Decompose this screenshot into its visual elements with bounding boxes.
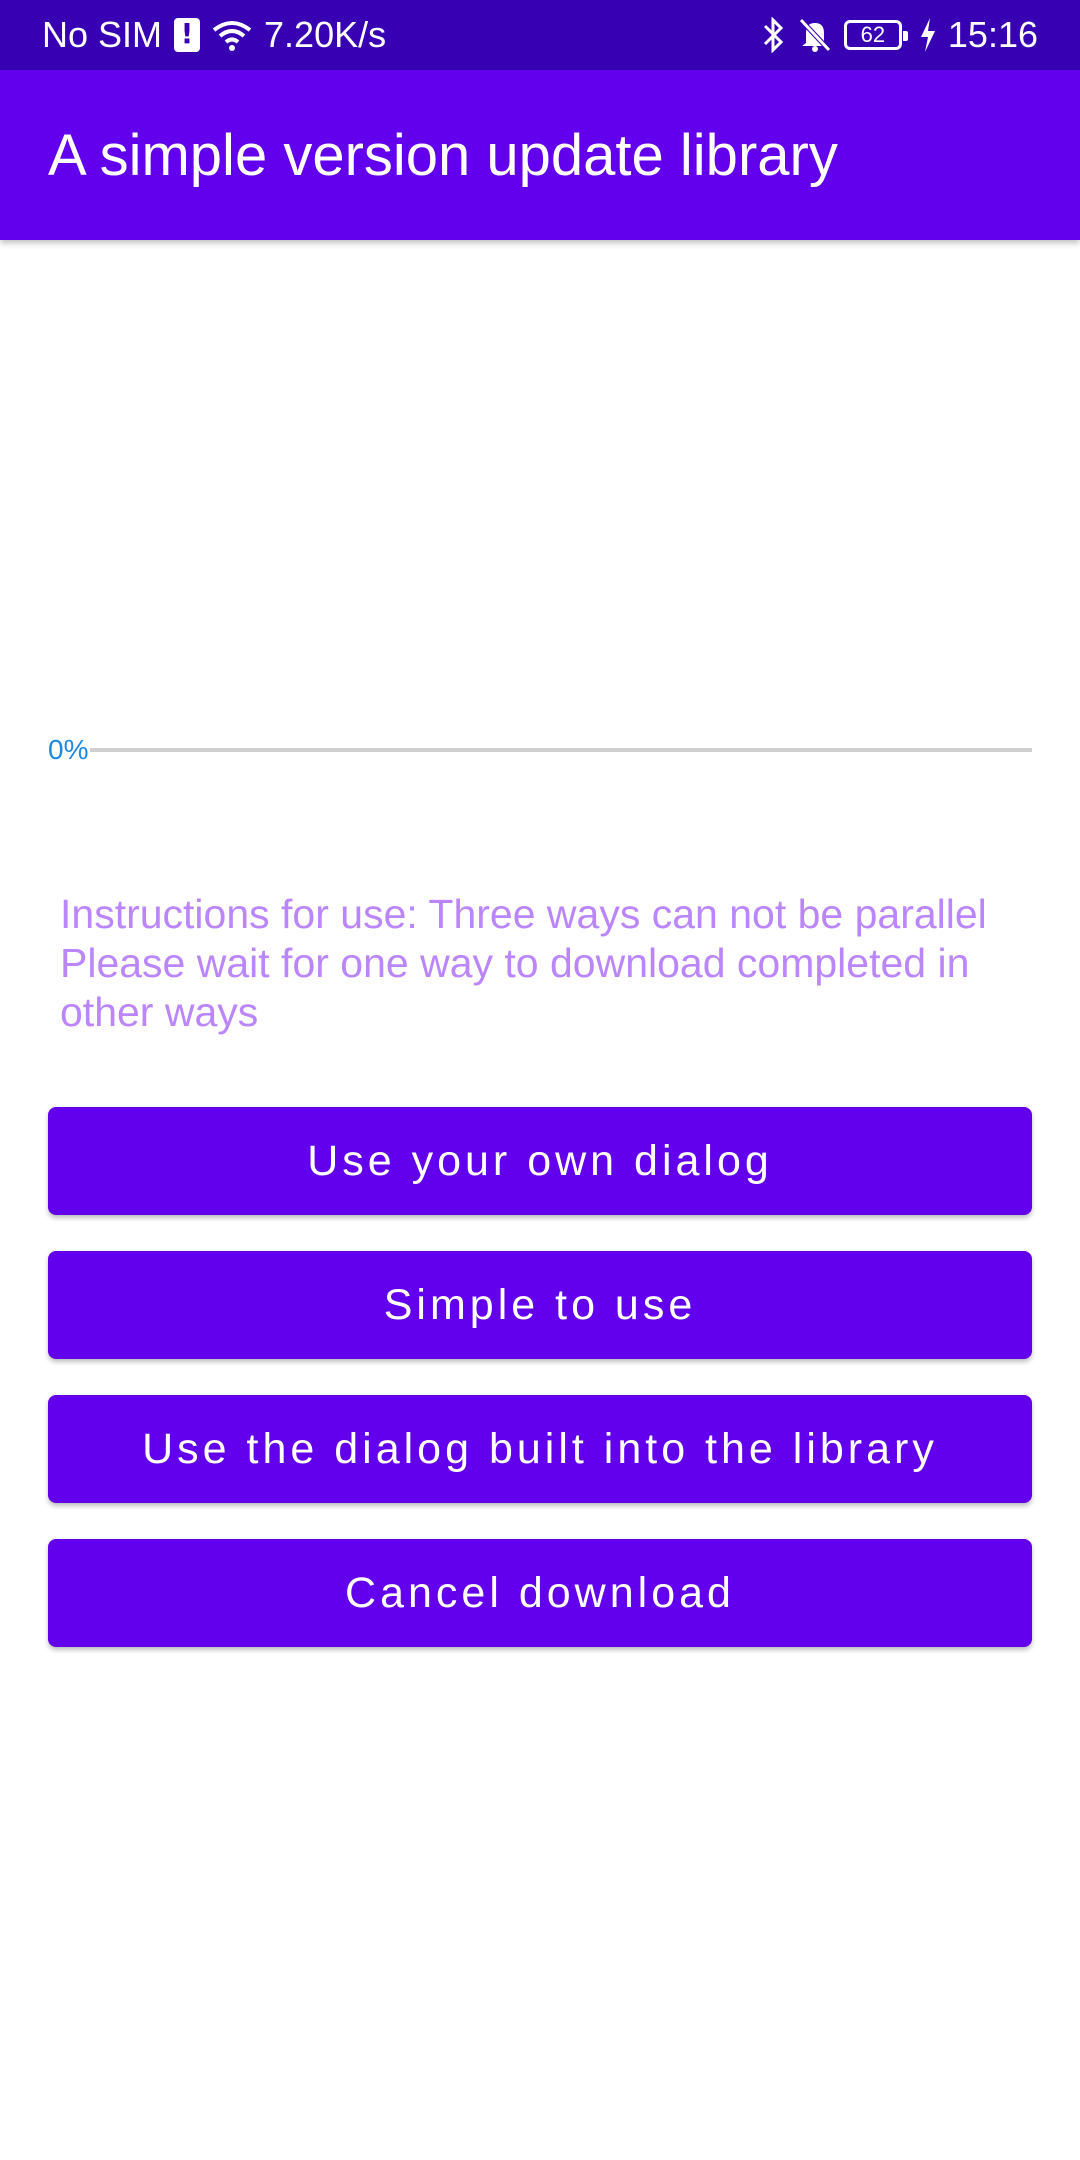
battery-level: 62 xyxy=(860,22,886,47)
cancel-download-button[interactable]: Cancel download xyxy=(48,1539,1032,1647)
sim-alert-icon xyxy=(174,17,201,52)
progress-label: 0% xyxy=(48,734,89,765)
instructions-line-1: Instructions for use: Three ways can not… xyxy=(60,891,987,937)
app-bar: A simple version update library xyxy=(0,70,1080,240)
battery-icon: 62 xyxy=(843,20,908,50)
clock-text: 15:16 xyxy=(947,14,1038,55)
simple-to-use-button[interactable]: Simple to use xyxy=(48,1251,1032,1359)
page-title: A simple version update library xyxy=(48,122,838,188)
charging-icon xyxy=(920,18,936,52)
use-builtin-dialog-button[interactable]: Use the dialog built into the library xyxy=(48,1395,1032,1503)
instructions-line-2: Please wait for one way to download comp… xyxy=(60,940,970,1035)
net-speed-text: 7.20K/s xyxy=(264,14,387,55)
status-left: No SIM 7.20K/s xyxy=(42,14,386,56)
status-bar: No SIM 7.20K/s 62 xyxy=(0,0,1080,70)
status-right: 62 15:16 xyxy=(762,14,1038,56)
bluetooth-icon xyxy=(762,17,786,53)
use-own-dialog-button[interactable]: Use your own dialog xyxy=(48,1107,1032,1215)
progress-bar xyxy=(90,748,1032,752)
download-progress: 0% xyxy=(48,730,1032,770)
carrier-text: No SIM xyxy=(42,14,163,55)
bell-muted-icon xyxy=(798,17,832,53)
instructions-text: Instructions for use: Three ways can not… xyxy=(60,890,1020,1037)
wifi-icon xyxy=(212,18,252,52)
